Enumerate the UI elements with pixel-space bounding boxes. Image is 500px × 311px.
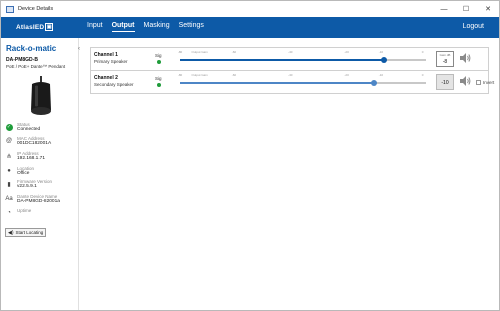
app-icon — [6, 5, 14, 13]
window-title: Device Details — [18, 6, 54, 12]
info-status: ✓ Status Connected — [5, 122, 77, 133]
speaker-mute-icon[interactable] — [459, 75, 471, 87]
signal-label: Sig — [155, 76, 162, 81]
gain-value-box[interactable]: Gain dB -8 — [436, 51, 454, 67]
network-icon: ⋔ — [6, 153, 12, 160]
gain-slider[interactable] — [180, 57, 426, 63]
logout-link[interactable]: Logout — [463, 23, 484, 30]
scale-tick-label: -80 — [177, 50, 183, 54]
status-check-icon: ✓ — [5, 123, 13, 131]
tab-bar: Input Output Masking Settings — [87, 22, 213, 32]
scale-tick-label: 0 — [421, 73, 424, 77]
signal-indicator — [157, 60, 161, 64]
gain-label: Gain dB — [439, 53, 451, 57]
scale-tick-label: -10 — [378, 73, 384, 77]
info-value: DA-PM8GD-82001a — [17, 199, 60, 204]
info-value: Office — [17, 171, 30, 176]
gain-slider[interactable] — [180, 80, 426, 86]
info-uptime: ◔ Uptime — [5, 208, 77, 217]
gain-scale: -80 Output Gain -60 -40 -20 -10 0 — [177, 50, 425, 56]
gain-value: -8 — [442, 59, 448, 65]
minimize-button[interactable]: — — [433, 1, 455, 17]
invert-toggle[interactable]: Invert — [476, 80, 494, 85]
logo-mark-icon: ▣ — [45, 23, 54, 31]
scale-tick-label: -40 — [288, 73, 293, 77]
info-firmware-version: ▮ Firmware Version v22.5.9.1 — [5, 179, 77, 190]
collapse-sidebar-icon[interactable]: ‹ — [78, 46, 80, 52]
channel-name: Channel 1 — [94, 52, 118, 58]
device-model: DA-PM8GD-B — [6, 57, 38, 63]
title-bar: Device Details — ☐ ✕ — [1, 1, 499, 17]
signal-indicator — [157, 83, 161, 87]
info-value: 192.168.1.71 — [17, 156, 46, 161]
pendant-speaker-image — [31, 76, 51, 115]
signal-label: Sig — [155, 53, 162, 58]
device-model-description: PoE / PoE+ Dante™ Pendant — [6, 64, 66, 69]
device-details-window: Device Details — ☐ ✕ AtlasIED ▣ Input Out… — [0, 0, 500, 311]
scale-tick-label: -60 — [231, 50, 237, 54]
channel-row: Channel 1 Primary Speaker Sig -80 Output Gai… — [91, 48, 488, 71]
uptime-icon: ◔ — [7, 210, 11, 216]
maximize-button[interactable]: ☐ — [455, 1, 477, 17]
gain-slider-thumb[interactable] — [371, 80, 378, 86]
info-ip-address: ⋔ IP Address 192.168.1.71 — [5, 151, 77, 162]
scale-tick-label: Output Gain — [191, 50, 208, 54]
start-locating-label: Start Locating — [15, 230, 44, 235]
scale-tick-label: 0 — [421, 50, 424, 54]
scale-tick-label: -20 — [344, 73, 349, 77]
channel-description: Primary Speaker — [94, 59, 128, 64]
info-value: 001DC182001A — [17, 141, 52, 146]
device-name-title: Rack-o-matic — [6, 44, 57, 53]
invert-label: Invert — [483, 80, 495, 85]
info-value: v22.5.9.1 — [17, 184, 37, 189]
tab-settings[interactable]: Settings — [179, 22, 204, 32]
channel-row: Channel 2 Secondary Speaker Sig -80 Output G… — [91, 71, 494, 94]
scale-tick-label: -80 — [177, 73, 183, 77]
info-label: Uptime — [17, 208, 32, 213]
logo-text: AtlasIED — [16, 23, 45, 31]
atlasied-logo: AtlasIED ▣ — [16, 23, 54, 31]
scale-tick-label: -20 — [344, 50, 349, 54]
gain-slider-fill — [180, 82, 375, 84]
info-location: ● Location Office — [5, 166, 77, 177]
tab-output[interactable]: Output — [111, 22, 135, 32]
gain-slider-thumb[interactable] — [381, 57, 388, 63]
output-panel: Channel 1 Primary Speaker Sig -80 Output Gai… — [81, 38, 499, 310]
tab-masking[interactable]: Masking — [144, 22, 170, 32]
scale-tick-label: -60 — [231, 73, 237, 77]
text-aa-icon: Aa — [5, 196, 13, 202]
gain-scale: -80 Output Gain -60 -40 -20 -10 0 — [177, 73, 425, 79]
firmware-icon: ▮ — [7, 181, 11, 188]
at-icon: @ — [5, 138, 13, 144]
scale-tick-label: -40 — [288, 50, 293, 54]
info-dante-device-name: Aa Dante Device Name DA-PM8GD-82001a — [5, 194, 77, 205]
top-navigation: AtlasIED ▣ Input Output Masking Settings Lo… — [1, 17, 499, 38]
locate-speaker-icon: ◀︎) — [8, 229, 14, 236]
scale-tick-label: -10 — [378, 50, 384, 54]
device-sidebar: Rack-o-matic ‹ DA-PM8GD-B PoE / PoE+ Dan… — [1, 38, 80, 310]
scale-tick-label: Output Gain — [191, 73, 208, 77]
speaker-mute-icon[interactable] — [459, 52, 471, 64]
close-button[interactable]: ✕ — [477, 1, 499, 17]
gain-value: -10 — [441, 80, 449, 86]
info-mac-address: @ MAC Address 001DC182001A — [5, 136, 77, 147]
info-value: Connected — [17, 127, 41, 132]
gain-value-box[interactable]: -10 — [436, 74, 454, 90]
gain-slider-fill — [180, 59, 385, 61]
tab-input[interactable]: Input — [87, 22, 103, 32]
channel-list: Channel 1 Primary Speaker Sig -80 Output Gai… — [90, 47, 494, 94]
location-icon: ● — [7, 168, 11, 174]
invert-checkbox[interactable] — [476, 80, 481, 85]
channel-description: Secondary Speaker — [94, 82, 134, 87]
start-locating-button[interactable]: ◀︎) Start Locating — [5, 228, 46, 237]
channel-name: Channel 2 — [94, 75, 118, 81]
